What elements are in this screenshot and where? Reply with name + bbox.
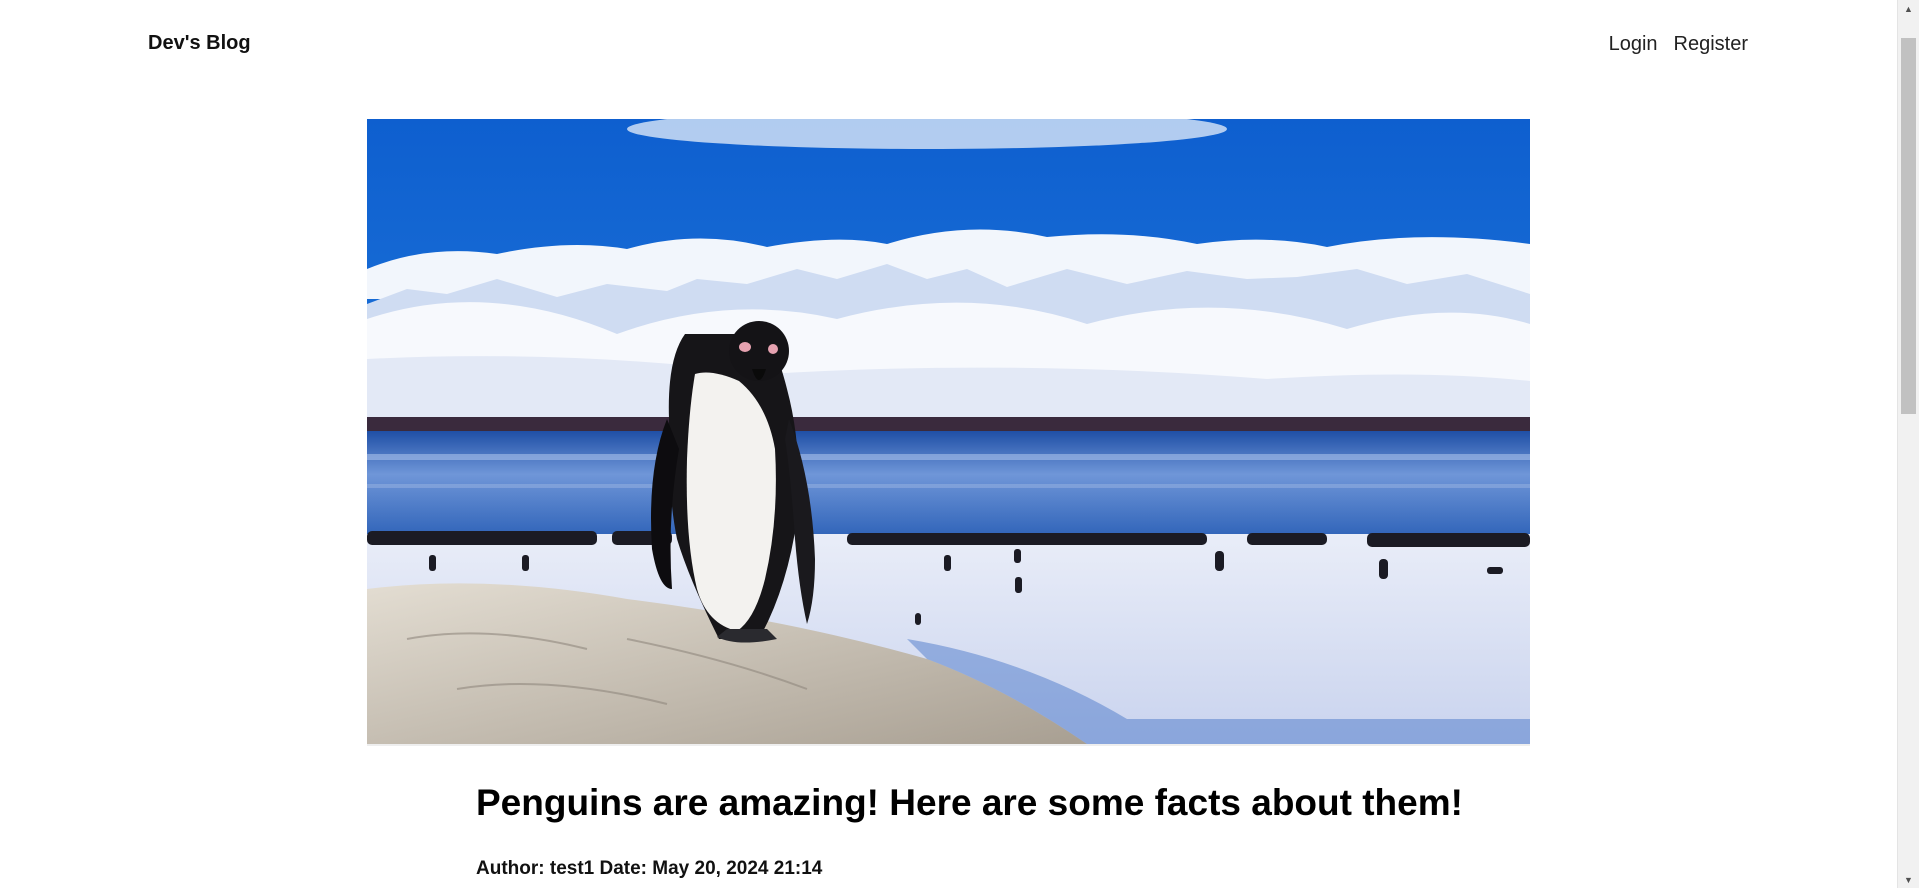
login-link[interactable]: Login bbox=[1609, 33, 1658, 56]
nav-links: Login Register bbox=[1609, 33, 1748, 56]
scrollbar-thumb[interactable] bbox=[1901, 38, 1916, 414]
scroll-down-icon[interactable]: ▼ bbox=[1898, 871, 1919, 888]
navbar: Dev's Blog Login Register bbox=[0, 0, 1898, 90]
post-title: Penguins are amazing! Here are some fact… bbox=[476, 782, 1463, 823]
brand-link[interactable]: Dev's Blog bbox=[148, 32, 251, 55]
post-meta: Author: test1 Date: May 20, 2024 21:14 bbox=[476, 858, 823, 879]
scroll-up-icon[interactable]: ▲ bbox=[1898, 0, 1919, 17]
register-link[interactable]: Register bbox=[1674, 33, 1748, 56]
post-hero-image bbox=[367, 119, 1530, 746]
vertical-scrollbar[interactable]: ▲ ▼ bbox=[1897, 0, 1919, 888]
page: Dev's Blog Login Register Penguins are a… bbox=[0, 0, 1919, 888]
